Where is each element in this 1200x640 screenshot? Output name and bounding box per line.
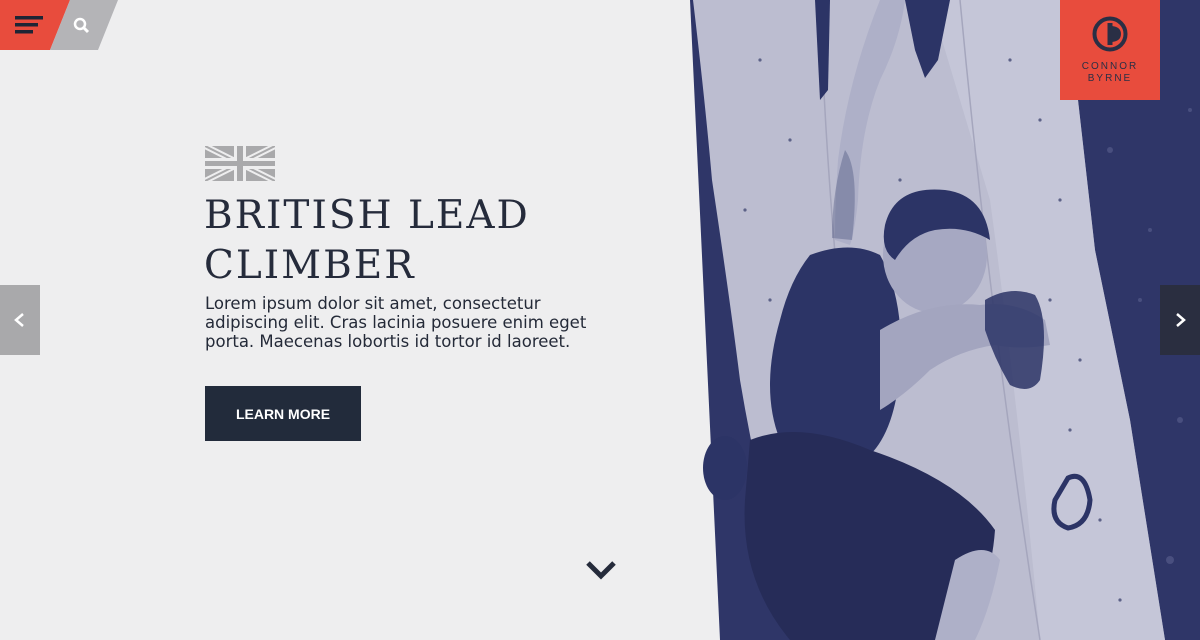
next-slide-button[interactable]: [1160, 285, 1200, 355]
page-title-line1: BRITISH LEAD: [204, 193, 530, 238]
union-jack-flag-icon: [205, 146, 275, 181]
brand-name-first: CONNOR: [1081, 61, 1139, 72]
climber-hero-image: [690, 0, 1200, 640]
chevron-down-icon: [586, 561, 616, 580]
page-title-line2: CLIMBER: [204, 243, 416, 288]
cb-monogram-icon: [1092, 16, 1128, 52]
search-button[interactable]: [50, 0, 120, 50]
scroll-down-button[interactable]: [584, 558, 618, 582]
brand-logo[interactable]: CONNOR BYRNE: [1060, 0, 1160, 100]
chevron-left-icon: [14, 313, 24, 327]
learn-more-button[interactable]: LEARN MORE: [205, 386, 361, 441]
previous-slide-button[interactable]: [0, 285, 40, 355]
hero-description: Lorem ipsum dolor sit amet, consectetur …: [205, 294, 587, 351]
brand-name-last: BYRNE: [1087, 73, 1133, 84]
chevron-right-icon: [1176, 313, 1186, 327]
page-title: BRITISH LEAD CLIMBER: [204, 191, 664, 291]
search-icon: [50, 0, 118, 50]
